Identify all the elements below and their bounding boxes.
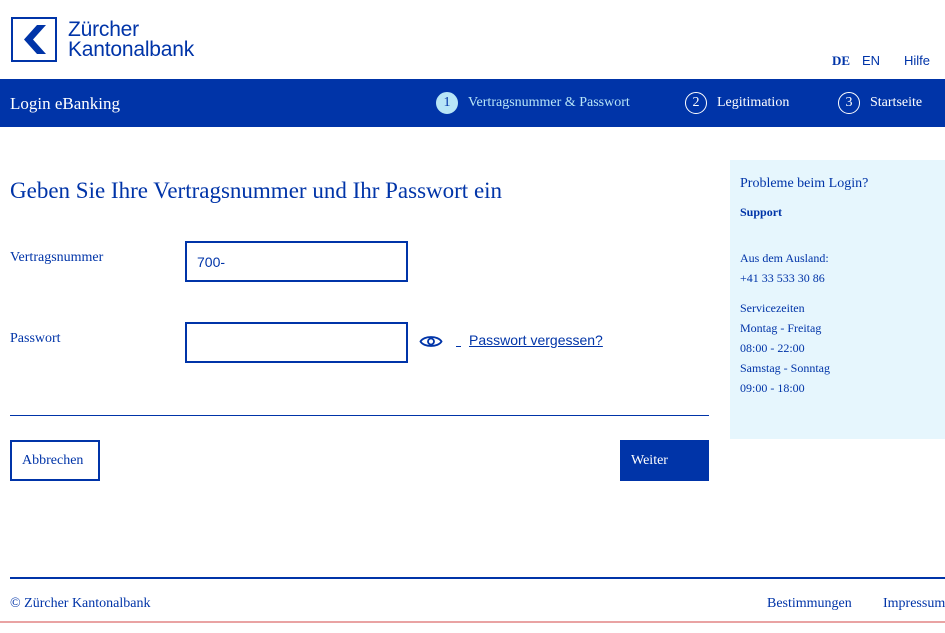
abroad-label: Aus dem Ausland: [740,251,829,265]
bank-logo[interactable]: Zürcher Kantonalbank [11,17,194,62]
logo-mark-icon [11,17,57,62]
logo-line-1: Zürcher [68,17,139,41]
weekday-label: Montag - Freitag [740,321,822,335]
step-contract-password: 1 Vertragsnummer & Passwort [436,92,630,114]
language-de[interactable]: DE [832,53,850,69]
step-label: Vertragsnummer & Passwort [468,95,630,110]
footer-link-imprint[interactable]: Impressum [883,596,945,612]
help-panel-title: Probleme beim Login? [740,176,869,191]
support-phone[interactable]: +41 33 533 30 86 [740,271,825,286]
bottom-scroll-edge [0,621,945,623]
copyright: © Zürcher Kantonalbank [10,596,151,611]
step-navbar: Login eBanking 1 Vertragsnummer & Passwo… [0,79,945,127]
language-en[interactable]: EN [862,53,880,68]
login-help-panel: Probleme beim Login? Support Aus dem Aus… [730,160,945,439]
step-number: 3 [838,92,860,114]
eye-button-underline [456,346,461,347]
step-label: Legitimation [717,95,790,110]
forgot-password-link[interactable]: Passwort vergessen? [469,332,603,348]
next-button[interactable]: Weiter [620,440,709,481]
footer-divider [10,577,945,579]
weekday-hours: 08:00 - 22:00 [740,341,805,355]
support-heading: Support [740,205,783,219]
password-input[interactable] [185,322,408,363]
help-link[interactable]: Hilfe [904,53,930,68]
service-hours-label: Servicezeiten [740,301,805,315]
password-label: Passwort [10,331,61,346]
footer-link-terms[interactable]: Bestimmungen [767,596,852,612]
weekend-hours: 09:00 - 18:00 [740,381,805,395]
form-heading: Geben Sie Ihre Vertragsnummer und Ihr Pa… [10,178,503,203]
cancel-button[interactable]: Abbrechen [10,440,100,481]
contract-number-label: Vertragsnummer [10,250,104,265]
step-number: 1 [436,92,458,114]
step-legitimation: 2 Legitimation [685,92,789,114]
contract-number-input[interactable] [185,241,408,282]
logo-line-2: Kantonalbank [68,37,195,61]
step-number: 2 [685,92,707,114]
weekend-label: Samstag - Sonntag [740,361,830,375]
page-title: Login eBanking [10,94,121,113]
step-label: Startseite [870,95,923,110]
step-home: 3 Startseite [838,92,922,114]
logo-text: Zürcher Kantonalbank [68,17,195,61]
show-password-icon[interactable] [419,333,443,350]
form-divider [10,415,709,416]
